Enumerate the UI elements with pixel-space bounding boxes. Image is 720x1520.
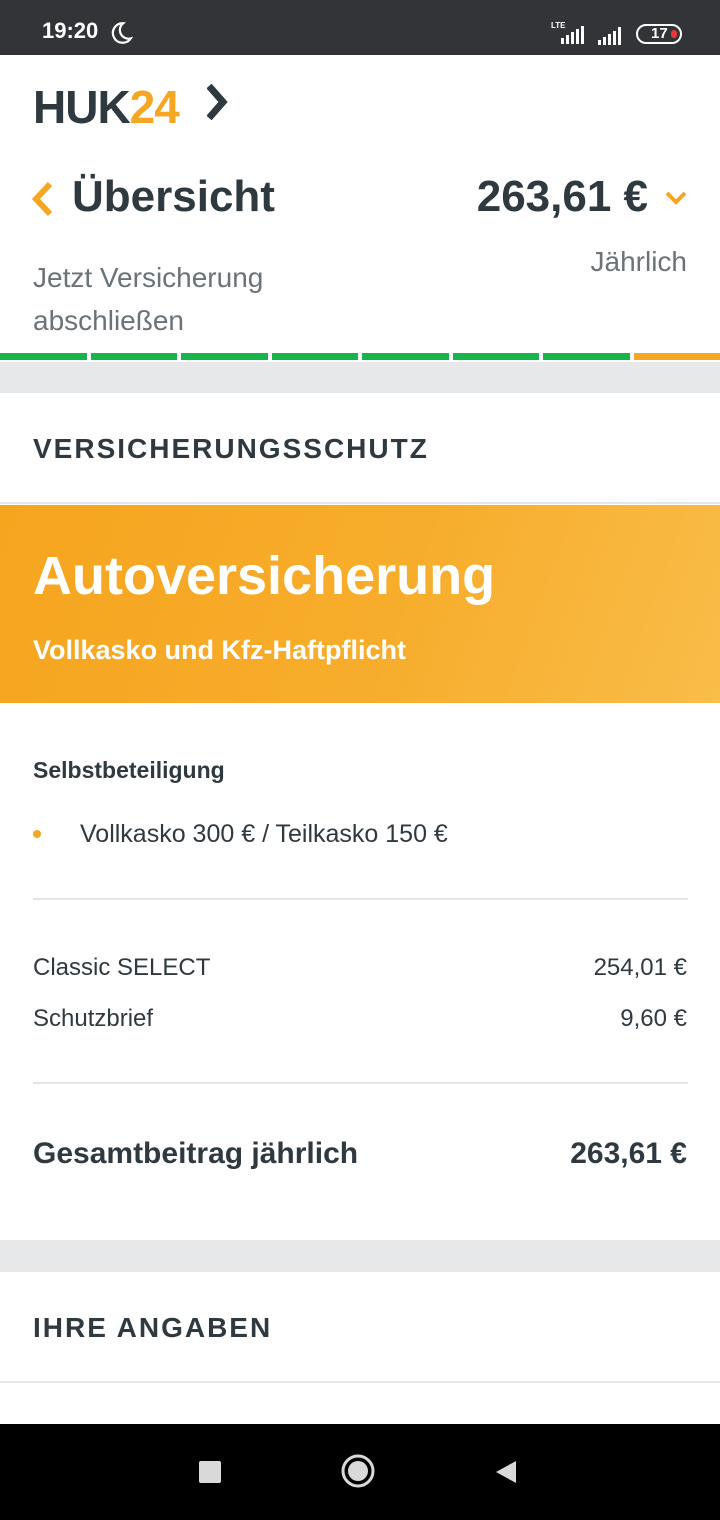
payment-period: Jährlich xyxy=(590,246,687,277)
divider xyxy=(0,502,720,504)
deductible-label: Selbstbeteiligung xyxy=(33,757,225,783)
status-time: 19:20 xyxy=(42,18,99,43)
progress-step xyxy=(271,353,358,360)
progress-step xyxy=(0,353,87,360)
progress-step xyxy=(362,353,449,360)
line-item-price: 254,01 € xyxy=(593,954,687,981)
line-item-name: Classic SELECT xyxy=(33,954,211,981)
product-subtitle: Vollkasko und Kfz-Haftpflicht xyxy=(33,635,407,665)
line-item-price: 9,60 € xyxy=(620,1005,687,1032)
progress-step xyxy=(452,353,539,360)
progress-step-current xyxy=(633,353,720,360)
battery-level: 17 xyxy=(651,25,668,42)
line-item-name: Schutzbrief xyxy=(33,1005,154,1032)
progress-step xyxy=(543,353,630,360)
page-title: Übersicht xyxy=(72,172,275,221)
section-separator xyxy=(0,362,720,393)
deductible-value: Vollkasko 300 € / Teilkasko 150 € xyxy=(80,820,448,848)
svg-text:LTE: LTE xyxy=(551,21,566,30)
battery-icon: 17 xyxy=(636,24,682,44)
do-not-disturb-icon xyxy=(111,22,134,44)
progress-step xyxy=(90,353,177,360)
home-button[interactable] xyxy=(341,1454,375,1488)
section-heading-coverage: VERSICHERUNGSSCHUTZ xyxy=(33,433,429,464)
total-price: 263,61 € xyxy=(570,1137,687,1170)
page-subtitle: Jetzt Versicherung abschließen xyxy=(33,262,264,336)
android-nav-bar xyxy=(0,1424,720,1520)
back-chevron-icon[interactable] xyxy=(30,180,58,218)
status-bar: 19:20 LTE 17 xyxy=(0,0,720,55)
section-separator xyxy=(0,1240,720,1272)
divider xyxy=(33,1082,688,1084)
bullet-dot-icon xyxy=(33,830,41,838)
signal-icon xyxy=(598,27,621,45)
total-price-header[interactable]: 263,61 € xyxy=(477,172,648,222)
divider xyxy=(33,898,688,900)
huk24-logo: HUK24 xyxy=(33,80,228,134)
back-button[interactable] xyxy=(494,1459,518,1485)
total-label: Gesamtbeitrag jährlich xyxy=(33,1137,359,1170)
divider xyxy=(0,1381,720,1383)
product-title: Autoversicherung xyxy=(33,546,496,606)
chevron-down-icon[interactable] xyxy=(664,190,688,206)
progress-bar xyxy=(0,353,720,360)
logo-chevron-icon xyxy=(207,83,228,121)
lte-signal-icon: LTE xyxy=(551,21,584,44)
section-heading-details: IHRE ANGABEN xyxy=(33,1312,273,1343)
recent-apps-button[interactable] xyxy=(199,1461,221,1483)
progress-step xyxy=(181,353,268,360)
product-banner: Autoversicherung Vollkasko und Kfz-Haftp… xyxy=(0,505,720,703)
